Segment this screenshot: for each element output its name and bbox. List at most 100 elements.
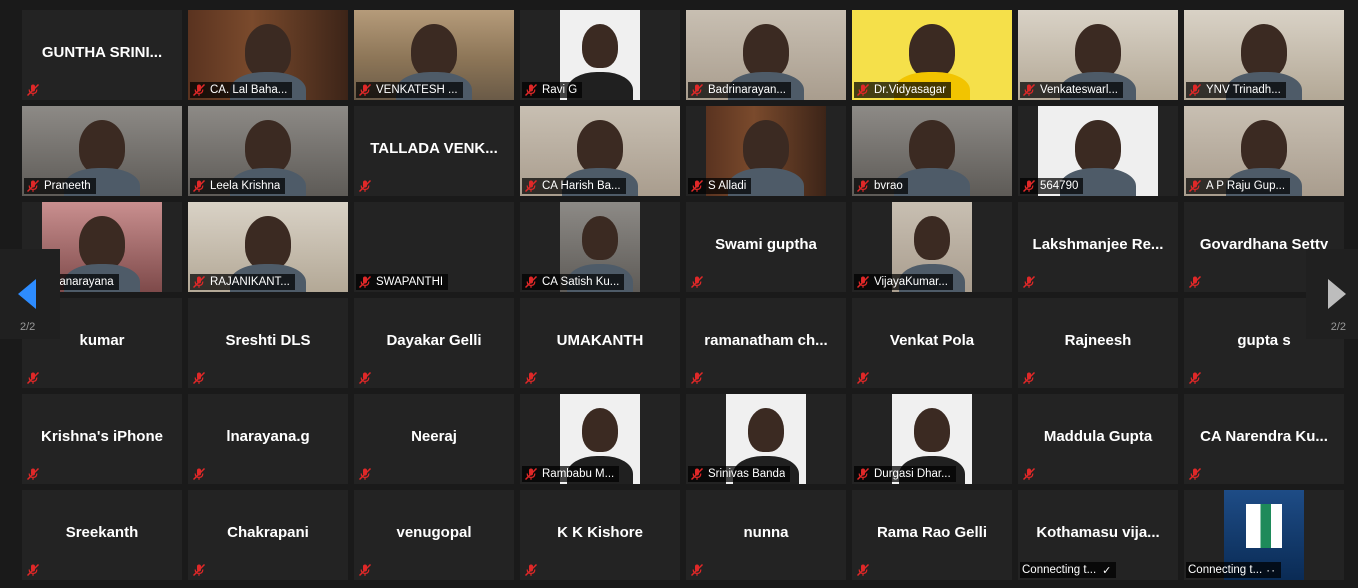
page-indicator-left: 2/2 xyxy=(20,321,36,333)
participant-silhouette xyxy=(1241,120,1287,174)
mic-muted-icon xyxy=(192,371,206,385)
participant-tile[interactable]: Sreekanth xyxy=(22,490,182,580)
participant-tile[interactable]: Neeraj xyxy=(354,394,514,484)
participant-tile[interactable]: Dr.Vidyasagar xyxy=(852,10,1012,100)
mic-muted-icon xyxy=(690,563,704,577)
participant-tile[interactable]: CA Harish Ba... xyxy=(520,106,680,196)
participant-tile[interactable]: A P Raju Gup... xyxy=(1184,106,1344,196)
participant-name: ramanatham ch... xyxy=(704,332,828,349)
previous-page-button[interactable]: 2/2 xyxy=(0,249,60,339)
participant-tile[interactable]: Venkateswarl... xyxy=(1018,10,1178,100)
mic-muted-icon xyxy=(192,83,206,97)
participant-tile[interactable]: nunna xyxy=(686,490,846,580)
participant-label-bar: A P Raju Gup... xyxy=(1186,178,1291,194)
participant-tile[interactable]: CA Narendra Ku... xyxy=(1184,394,1344,484)
mic-muted-icon xyxy=(358,275,372,289)
participant-name: Maddula Gupta xyxy=(1043,428,1153,445)
participant-label-bar: Connecting t... ✓ xyxy=(1020,562,1117,578)
checkmark-icon: ✓ xyxy=(1102,564,1112,577)
mic-muted-icon xyxy=(1188,275,1202,289)
participant-tile[interactable]: 564790 xyxy=(1018,106,1178,196)
participant-tile[interactable]: Durgasi Dhar... xyxy=(852,394,1012,484)
participant-tile[interactable]: TALLADA VENK... xyxy=(354,106,514,196)
mic-muted-icon xyxy=(358,467,372,481)
participant-label: VENKATESH ... xyxy=(376,84,458,96)
participant-tile[interactable]: Maddula Gupta xyxy=(1018,394,1178,484)
participant-tile[interactable]: ramanatham ch... xyxy=(686,298,846,388)
participant-tile[interactable]: lnarayana.g xyxy=(188,394,348,484)
mic-muted-icon xyxy=(358,563,372,577)
participant-tile[interactable]: Lakshmanjee Re... xyxy=(1018,202,1178,292)
participant-silhouette xyxy=(909,24,955,78)
mic-muted-icon xyxy=(856,179,870,193)
participant-label-bar: VijayaKumar... xyxy=(854,274,953,290)
participant-tile[interactable]: Swami guptha xyxy=(686,202,846,292)
participant-silhouette xyxy=(582,24,618,68)
participant-tile[interactable]: Venkat Pola xyxy=(852,298,1012,388)
participant-tile[interactable]: VENKATESH ... xyxy=(354,10,514,100)
participant-label: bvrao xyxy=(874,180,903,192)
participant-label: VijayaKumar... xyxy=(874,276,948,288)
participant-tile[interactable]: CA. Lal Baha... xyxy=(188,10,348,100)
participant-name: Rajneesh xyxy=(1064,332,1132,349)
participant-tile[interactable]: Rambabu M... xyxy=(520,394,680,484)
participant-label-bar xyxy=(854,370,879,386)
mic-muted-icon xyxy=(192,179,206,193)
participant-tile[interactable]: CA Satish Ku... xyxy=(520,202,680,292)
participant-name: Sreshti DLS xyxy=(225,332,311,349)
participant-tile[interactable]: VijayaKumar... xyxy=(852,202,1012,292)
mic-muted-icon xyxy=(1022,371,1036,385)
mic-muted-icon xyxy=(192,275,206,289)
participant-tile[interactable]: Krishna's iPhone xyxy=(22,394,182,484)
participant-silhouette xyxy=(79,216,125,270)
participant-label: S Alladi xyxy=(708,180,747,192)
participant-label-bar xyxy=(24,562,49,578)
participant-tile[interactable]: GUNTHA SRINI... xyxy=(22,10,182,100)
participant-tile[interactable]: Dayakar Gelli xyxy=(354,298,514,388)
arrow-right-icon xyxy=(1328,279,1346,309)
participant-tile[interactable]: Srinivas Banda xyxy=(686,394,846,484)
participant-tile[interactable]: SWAPANTHI xyxy=(354,202,514,292)
participant-label-bar xyxy=(356,178,381,194)
participant-tile[interactable]: S Alladi xyxy=(686,106,846,196)
mic-muted-icon xyxy=(26,179,40,193)
participant-label: Srinivas Banda xyxy=(708,468,786,480)
participant-label: Badrinarayan... xyxy=(708,84,786,96)
participant-label: Dr.Vidyasagar xyxy=(874,84,947,96)
participant-tile[interactable]: Rajneesh xyxy=(1018,298,1178,388)
participant-tile[interactable]: Kothamasu vija... Connecting t... ✓ xyxy=(1018,490,1178,580)
participant-name: GUNTHA SRINI... xyxy=(41,44,163,61)
mic-muted-icon xyxy=(690,179,704,193)
mic-muted-icon xyxy=(1022,275,1036,289)
participant-tile[interactable]: Leela Krishna xyxy=(188,106,348,196)
mic-muted-icon xyxy=(358,179,372,193)
participant-tile[interactable]: K K Kishore xyxy=(520,490,680,580)
participant-label-bar: 564790 xyxy=(1020,178,1084,194)
participant-label-bar: SWAPANTHI xyxy=(356,274,449,290)
mic-muted-icon xyxy=(1188,83,1202,97)
participant-label: CA Harish Ba... xyxy=(542,180,621,192)
participant-tile[interactable]: Sreshti DLS xyxy=(188,298,348,388)
participant-silhouette xyxy=(1075,24,1121,78)
participant-tile[interactable]: YNV Trinadh... xyxy=(1184,10,1344,100)
participant-label-bar: YNV Trinadh... xyxy=(1186,82,1286,98)
participant-tile[interactable]: venugopal xyxy=(354,490,514,580)
participant-tile[interactable]: Ravi G xyxy=(520,10,680,100)
participant-name: TALLADA VENK... xyxy=(370,140,498,157)
participant-label: Durgasi Dhar... xyxy=(874,468,951,480)
participant-tile[interactable]: Praneeth xyxy=(22,106,182,196)
participant-tile[interactable]: bvrao xyxy=(852,106,1012,196)
participant-tile[interactable]: RAJANIKANT... xyxy=(188,202,348,292)
participant-tile[interactable]: Connecting t... ·· xyxy=(1184,490,1344,580)
participant-label-bar xyxy=(24,82,49,98)
participant-tile[interactable]: Rama Rao Gelli xyxy=(852,490,1012,580)
participant-name: Sreekanth xyxy=(65,524,139,541)
participant-label-bar xyxy=(688,274,713,290)
participant-tile[interactable]: Badrinarayan... xyxy=(686,10,846,100)
next-page-button[interactable]: 2/2 xyxy=(1306,249,1358,339)
participant-label-bar xyxy=(190,370,215,386)
participant-tile[interactable]: Chakrapani xyxy=(188,490,348,580)
participant-tile[interactable]: UMAKANTH xyxy=(520,298,680,388)
participant-label-bar: Badrinarayan... xyxy=(688,82,791,98)
participant-label: RAJANIKANT... xyxy=(210,276,290,288)
